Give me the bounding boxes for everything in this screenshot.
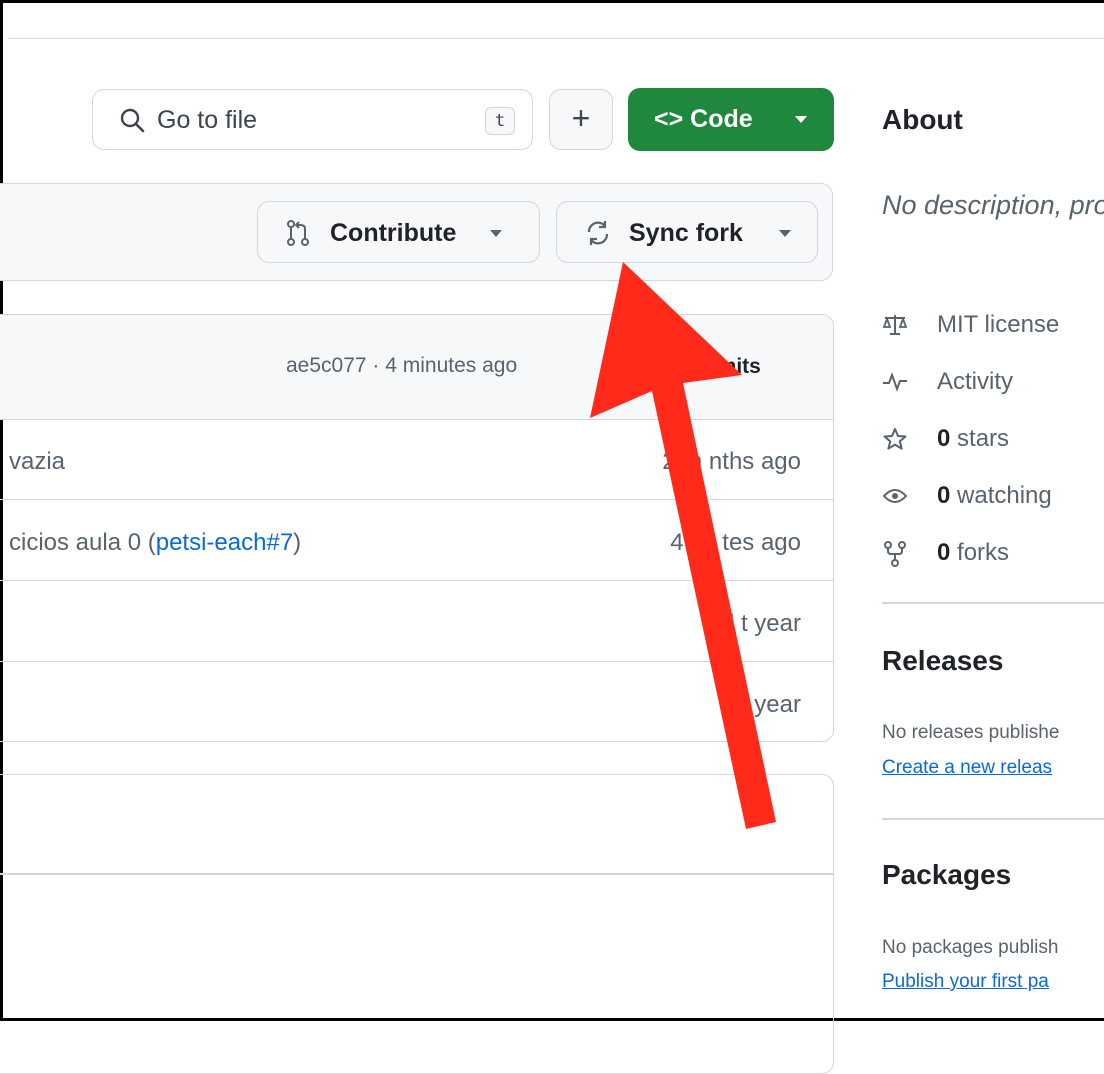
table-row: l t year [0, 581, 833, 662]
commit-message[interactable]: cicios aula 0 (petsi-each#7) [9, 529, 301, 557]
add-file-button[interactable]: + [549, 89, 613, 150]
commit-message-end: ) [293, 529, 302, 556]
chevron-down-icon [779, 230, 791, 237]
repo-description: No description, provided. [882, 190, 1104, 220]
forks-label: forks [950, 539, 1010, 566]
watching-count: 0 [937, 482, 951, 509]
pull-request-icon [287, 220, 309, 246]
about-heading: About [882, 104, 963, 135]
license-label: MIT license [937, 311, 1060, 338]
chevron-down-icon [795, 116, 807, 123]
fork-icon [884, 541, 906, 567]
publish-package-link[interactable]: Publish your first pa [882, 971, 1049, 993]
create-release-link[interactable]: Create a new releas [882, 757, 1052, 779]
fork-status-banner: Contribute Sync fork [0, 183, 833, 281]
releases-heading[interactable]: Releases [882, 645, 1003, 677]
commit-time: l t year [728, 610, 801, 637]
commit-time: 2 m nths ago [662, 448, 801, 475]
commit-time: 4 mi tes ago [670, 529, 801, 556]
sync-icon [587, 221, 609, 245]
sync-fork-button[interactable]: Sync fork [556, 201, 818, 263]
pulse-icon [883, 372, 907, 392]
readme-header-divider [0, 873, 833, 875]
code-button-label: <> Code [654, 105, 753, 133]
table-row: la year [0, 662, 833, 741]
commit-message-text: cicios aula 0 ( [9, 529, 156, 556]
code-button[interactable]: <> Code [628, 88, 834, 151]
issue-link[interactable]: petsi-each#7 [156, 529, 293, 556]
forks-count: 0 [937, 539, 951, 566]
sync-fork-label: Sync fork [629, 219, 743, 247]
repo-sidebar: About No description, provided. MIT lice… [882, 0, 1104, 1021]
table-row: vazia 2 m nths ago [0, 419, 833, 500]
sidebar-divider [882, 818, 1104, 820]
sidebar-divider [882, 602, 1104, 604]
readme-panel [0, 774, 834, 1074]
contribute-label: Contribute [330, 219, 457, 247]
packages-heading[interactable]: Packages [882, 859, 1011, 891]
watching-label: watching [950, 482, 1052, 509]
latest-commit-info[interactable]: ae5c077 · 4 minutes ago [286, 354, 517, 378]
commits-count-link[interactable]: mmits [699, 355, 761, 379]
chevron-down-icon [490, 230, 502, 237]
eye-icon [882, 489, 908, 503]
activity-label: Activity [937, 368, 1014, 395]
contribute-button[interactable]: Contribute [257, 201, 540, 263]
search-icon [120, 108, 145, 133]
table-row: cicios aula 0 (petsi-each#7) 4 mi tes ag… [0, 500, 833, 581]
file-list-table: ae5c077 · 4 minutes ago mmits vazia 2 m … [0, 314, 834, 742]
search-placeholder: Go to file [157, 106, 258, 134]
releases-empty-text: No releases publishe [882, 722, 1060, 743]
stars-count: 0 [937, 425, 951, 452]
commit-time: la year [728, 691, 801, 718]
latest-commit-header: ae5c077 · 4 minutes ago mmits [0, 315, 833, 420]
commit-message[interactable]: vazia [9, 448, 65, 476]
stars-label: stars [950, 425, 1010, 452]
go-to-file-search[interactable]: Go to file t [92, 89, 533, 150]
star-icon [883, 428, 907, 450]
law-scale-icon [882, 315, 908, 335]
shortcut-key-badge: t [485, 107, 515, 135]
packages-empty-text: No packages publish [882, 937, 1059, 958]
